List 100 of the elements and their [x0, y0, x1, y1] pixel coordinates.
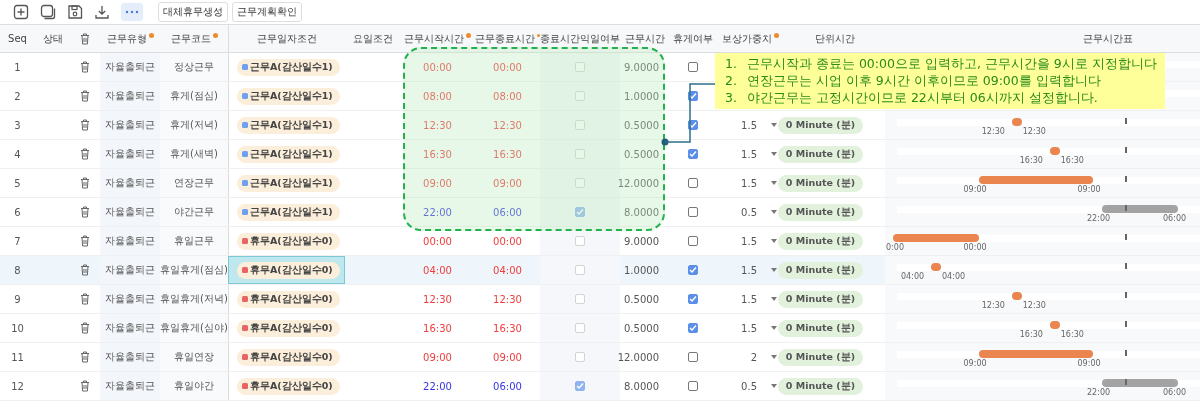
condition-tag[interactable]: 휴무A(감산일수0): [237, 319, 340, 337]
condition-tag[interactable]: 휴무A(감산일수0): [237, 261, 340, 279]
caret-icon[interactable]: [771, 181, 777, 185]
caret-icon[interactable]: [771, 355, 777, 359]
table-cell: 00:00: [493, 235, 522, 247]
time-label: 09:00: [1077, 185, 1101, 194]
condition-tag[interactable]: 휴무A(감산일수0): [237, 377, 340, 395]
condition-tag[interactable]: 근무A(감산일수1): [237, 87, 340, 105]
table-row[interactable]: 3 자율출퇴근 휴게(저녁) 근무A(감산일수1) 12:30 12:30 0.5000 1.5 0 Minute (분) 12:30 12:30: [0, 111, 1200, 140]
checkbox[interactable]: [687, 178, 698, 188]
checkbox[interactable]: [575, 381, 585, 391]
table-cell: 0.5000: [624, 322, 659, 334]
checkbox[interactable]: [687, 352, 698, 362]
table-cell: 9: [14, 293, 21, 305]
toolbar-button[interactable]: 근무계획확인: [232, 2, 302, 22]
condition-tag[interactable]: 휴무A(감산일수0): [237, 290, 340, 308]
unit-tag[interactable]: 0 Minute (분): [777, 290, 863, 308]
midnight-tick: [1125, 379, 1127, 385]
trash-icon[interactable]: [80, 32, 90, 45]
table-row[interactable]: 8 자율출퇴근 휴일휴게(점심) 휴무A(감산일수0) 04:00 04:00 1.0000 1.5 0 Minute (분) 04:00 04:00: [0, 256, 1200, 285]
condition-tag[interactable]: 근무A(감산일수1): [237, 174, 340, 192]
time-label: 04:00: [901, 272, 925, 281]
caret-icon[interactable]: [771, 384, 777, 388]
checkbox[interactable]: [687, 120, 698, 130]
condition-tag[interactable]: 근무A(감산일수1): [237, 203, 340, 221]
checkbox[interactable]: [687, 323, 698, 333]
trash-icon[interactable]: [80, 177, 90, 189]
caret-icon[interactable]: [771, 123, 777, 127]
checkbox[interactable]: [687, 236, 698, 246]
save-icon[interactable]: [67, 4, 83, 20]
trash-icon[interactable]: [80, 61, 90, 73]
condition-tag[interactable]: 휴무A(감산일수0): [237, 232, 340, 250]
condition-tag[interactable]: 근무A(감산일수1): [237, 116, 340, 134]
caret-icon[interactable]: [771, 297, 777, 301]
unit-tag[interactable]: 0 Minute (분): [777, 377, 863, 395]
table-cell: 16:30: [493, 148, 522, 160]
caret-icon[interactable]: [771, 326, 777, 330]
table-row[interactable]: 10 자율출퇴근 휴일휴게(심야) 휴무A(감산일수0) 16:30 16:30 0.5000 1.5 0 Minute (분) 16:30 16:30: [0, 314, 1200, 343]
table-row[interactable]: 4 자율출퇴근 휴게(새벽) 근무A(감산일수1) 16:30 16:30 0.5000 1.5 0 Minute (분) 16:30 16:30: [0, 140, 1200, 169]
trash-icon[interactable]: [80, 148, 90, 160]
time-bar: [931, 263, 941, 271]
table-row[interactable]: 11 자율출퇴근 휴일연장 휴무A(감산일수0) 09:00 09:00 12.0000 2 0 Minute (분) 09:00 09:00: [0, 343, 1200, 372]
list-number: 1.: [725, 55, 737, 72]
table-cell: 09:00: [423, 351, 452, 363]
unit-tag[interactable]: 0 Minute (분): [777, 232, 863, 250]
unit-tag[interactable]: 0 Minute (분): [777, 319, 863, 337]
table-cell: 0.5000: [624, 119, 659, 131]
trash-icon[interactable]: [80, 380, 90, 392]
trash-icon[interactable]: [80, 119, 90, 131]
caret-icon[interactable]: [771, 210, 777, 214]
download-icon[interactable]: [94, 4, 110, 20]
midnight-tick: [1125, 292, 1127, 298]
trash-icon[interactable]: [80, 264, 90, 276]
table-cell: 11: [11, 351, 24, 363]
condition-tag[interactable]: 근무A(감산일수1): [237, 58, 340, 76]
unit-tag[interactable]: 0 Minute (분): [777, 174, 863, 192]
trash-icon[interactable]: [80, 293, 90, 305]
time-label: 09:00: [1077, 359, 1101, 368]
checkbox[interactable]: [687, 91, 698, 101]
condition-tag[interactable]: 근무A(감산일수1): [237, 145, 340, 163]
more-icon[interactable]: [121, 3, 143, 21]
table-cell: 9.0000: [624, 61, 659, 73]
caret-icon[interactable]: [771, 152, 777, 156]
table-cell: 8: [14, 264, 21, 276]
caret-icon[interactable]: [771, 268, 777, 272]
unit-tag[interactable]: 0 Minute (분): [777, 145, 863, 163]
column-header: 근무시간표: [1082, 31, 1133, 46]
toolbar-button[interactable]: 대체휴무생성: [158, 2, 228, 22]
table-cell: 5: [14, 177, 21, 189]
unit-tag[interactable]: 0 Minute (분): [777, 261, 863, 279]
checkbox[interactable]: [687, 62, 698, 72]
table-cell: 자율출퇴근: [105, 321, 155, 335]
trash-icon[interactable]: [80, 90, 90, 102]
condition-tag[interactable]: 휴무A(감산일수0): [237, 348, 340, 366]
unit-tag[interactable]: 0 Minute (분): [777, 116, 863, 134]
trash-icon[interactable]: [80, 351, 90, 363]
table-cell: 00:00: [423, 235, 452, 247]
table-cell: 1.0000: [624, 264, 659, 276]
checkbox[interactable]: [687, 207, 698, 217]
caret-icon[interactable]: [771, 239, 777, 243]
checkbox[interactable]: [687, 381, 698, 391]
add-icon[interactable]: [13, 4, 29, 20]
table-cell: 휴일휴게(점심): [160, 263, 228, 277]
checkbox[interactable]: [687, 149, 698, 159]
time-bar: [1049, 321, 1060, 329]
table-row[interactable]: 5 자율출퇴근 연장근무 근무A(감산일수1) 09:00 09:00 12.0000 1.5 0 Minute (분) 09:00 09:00: [0, 169, 1200, 198]
table-row[interactable]: 6 자율출퇴근 야간근무 근무A(감산일수1) 22:00 06:00 8.0000 0.5 0 Minute (분) 22:00 06:00: [0, 198, 1200, 227]
trash-icon[interactable]: [80, 206, 90, 218]
unit-tag[interactable]: 0 Minute (분): [777, 203, 863, 221]
checkbox[interactable]: [575, 207, 585, 217]
trash-icon[interactable]: [80, 235, 90, 247]
time-label: 12:30: [981, 127, 1005, 136]
unit-tag[interactable]: 0 Minute (분): [777, 348, 863, 366]
table-row[interactable]: 7 자율출퇴근 휴일근무 휴무A(감산일수0) 00:00 00:00 9.0000 1.5 0 Minute (분) 0:00 00:00: [0, 227, 1200, 256]
checkbox[interactable]: [687, 265, 698, 275]
copy-icon[interactable]: [40, 4, 56, 20]
table-row[interactable]: 9 자율출퇴근 휴일휴게(저녁) 휴무A(감산일수0) 12:30 12:30 0.5000 1.5 0 Minute (분) 12:30 12:30: [0, 285, 1200, 314]
table-row[interactable]: 12 자율출퇴근 휴일야간 휴무A(감산일수0) 22:00 06:00 8.0000 0.5 0 Minute (분) 22:00 06:00: [0, 372, 1200, 401]
checkbox[interactable]: [687, 294, 698, 304]
trash-icon[interactable]: [80, 322, 90, 334]
